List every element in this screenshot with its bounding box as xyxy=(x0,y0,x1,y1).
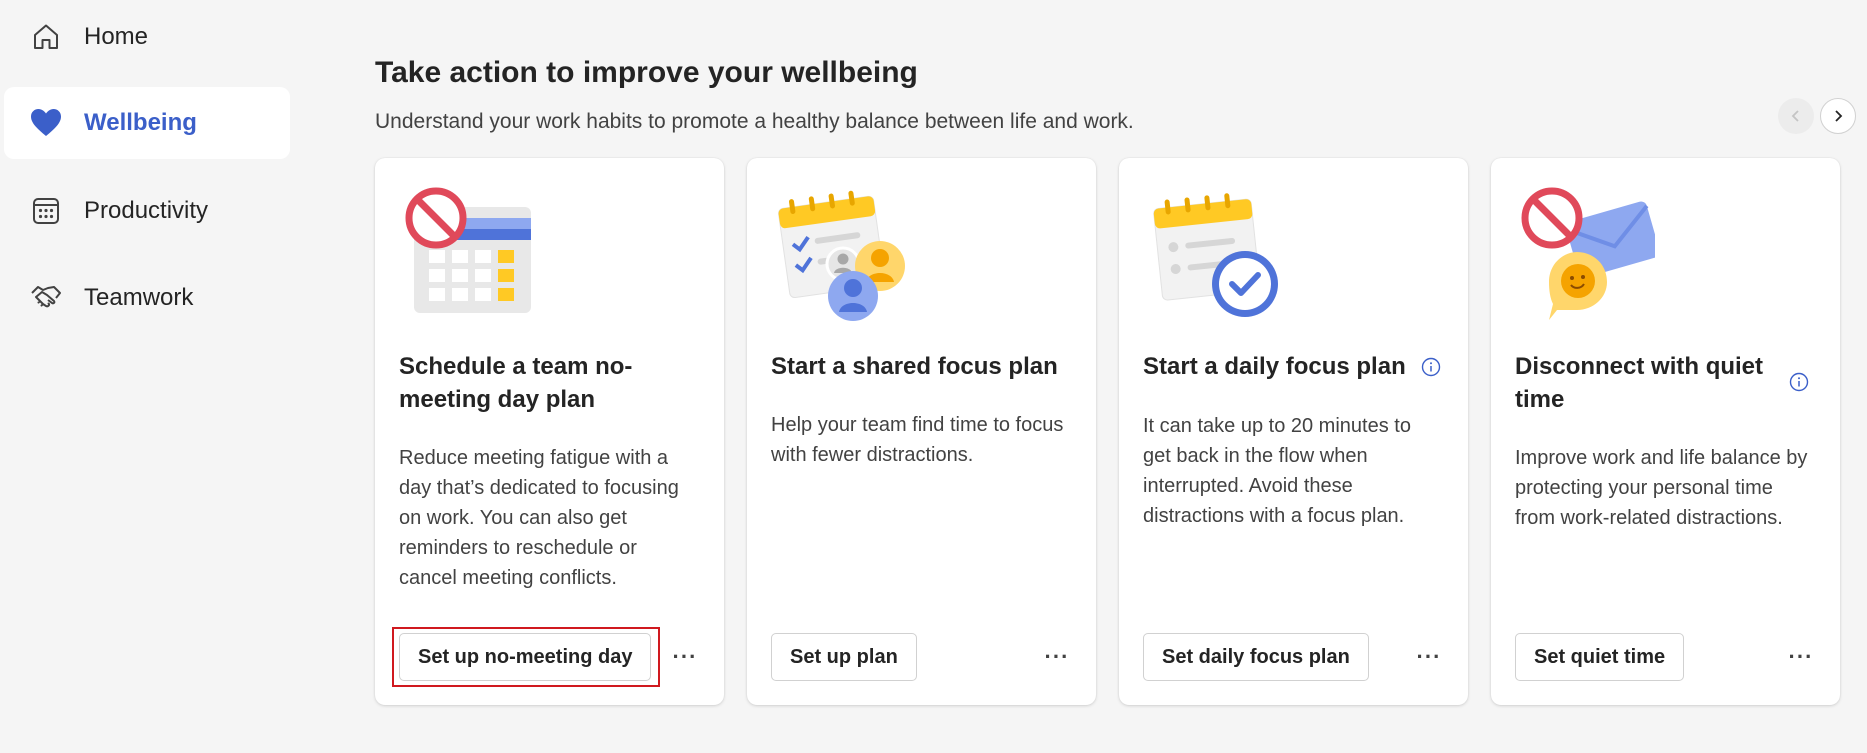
home-icon xyxy=(28,19,64,55)
sidebar-item-home[interactable]: Home xyxy=(4,1,290,73)
card-title: Start a shared focus plan xyxy=(771,353,1058,380)
card-description: Help your team find time to focus with f… xyxy=(771,414,1064,466)
calendar-grid-icon xyxy=(28,193,64,229)
card-title: Disconnect with quiet time xyxy=(1515,353,1764,413)
sidebar-item-label: Wellbeing xyxy=(84,109,197,136)
app-window: Home Wellbeing Productivity Teamwork Tak… xyxy=(0,0,1867,753)
set-up-no-meeting-day-button[interactable]: Set up no-meeting day xyxy=(399,633,652,681)
chevron-right-icon xyxy=(1835,110,1843,122)
set-up-plan-button[interactable]: Set up plan xyxy=(771,633,917,681)
card-description: It can take up to 20 minutes to get back… xyxy=(1143,415,1411,527)
set-quiet-time-button[interactable]: Set quiet time xyxy=(1515,633,1685,681)
more-icon: ··· xyxy=(1044,644,1070,669)
more-icon: ··· xyxy=(672,644,698,669)
card-quiet-time: Disconnect with quiet time Improve work … xyxy=(1491,158,1840,705)
info-icon[interactable] xyxy=(1788,371,1810,393)
sidebar-item-teamwork[interactable]: Teamwork xyxy=(4,262,290,334)
chevron-left-icon xyxy=(1791,110,1799,122)
set-daily-focus-plan-button[interactable]: Set daily focus plan xyxy=(1143,633,1369,681)
page-subtitle: Understand your work habits to promote a… xyxy=(375,110,1134,133)
card-daily-focus-plan: Start a daily focus plan It can take up … xyxy=(1119,158,1468,705)
more-options-button[interactable]: ··· xyxy=(1412,640,1446,674)
next-page-button[interactable] xyxy=(1820,98,1856,134)
card-title: Start a daily focus plan xyxy=(1143,353,1406,380)
card-description: Reduce meeting fatigue with a day that’s… xyxy=(399,447,679,589)
more-icon: ··· xyxy=(1788,644,1814,669)
quiet-time-illustration xyxy=(1515,182,1660,322)
sidebar: Home Wellbeing Productivity Teamwork xyxy=(0,0,300,753)
sidebar-item-label: Productivity xyxy=(84,197,209,224)
previous-page-button[interactable] xyxy=(1778,98,1814,134)
page-title: Take action to improve your wellbeing xyxy=(375,56,918,89)
more-options-button[interactable]: ··· xyxy=(668,640,702,674)
handshake-icon xyxy=(28,280,64,316)
no-meeting-calendar-illustration xyxy=(399,182,539,322)
card-description: Improve work and life balance by protect… xyxy=(1515,447,1808,529)
daily-focus-illustration xyxy=(1143,182,1283,322)
more-options-button[interactable]: ··· xyxy=(1784,640,1818,674)
sidebar-item-wellbeing[interactable]: Wellbeing xyxy=(4,87,290,159)
card-shared-focus-plan: Start a shared focus plan Help your team… xyxy=(747,158,1096,705)
more-icon: ··· xyxy=(1416,644,1442,669)
sidebar-item-label: Teamwork xyxy=(84,284,194,311)
sidebar-item-label: Home xyxy=(84,23,149,50)
card-no-meeting-day: Schedule a team no-meeting day plan Redu… xyxy=(375,158,724,705)
heart-icon xyxy=(28,105,64,141)
card-title: Schedule a team no-meeting day plan xyxy=(399,353,633,413)
info-icon[interactable] xyxy=(1420,356,1442,378)
shared-focus-illustration xyxy=(771,182,911,322)
more-options-button[interactable]: ··· xyxy=(1040,640,1074,674)
sidebar-item-productivity[interactable]: Productivity xyxy=(4,175,290,247)
